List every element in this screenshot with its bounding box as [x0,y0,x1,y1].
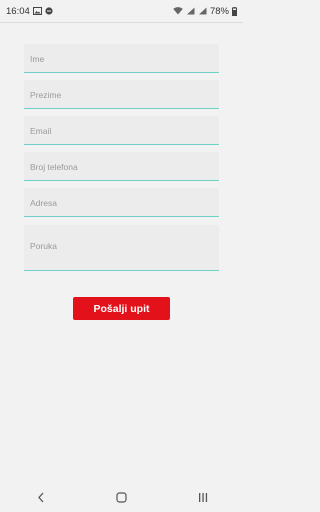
gallery-icon [32,7,42,15]
inquiry-form: Ime Prezime Email Broj telefona Adresa P… [24,44,219,278]
header-divider [0,22,243,23]
recents-icon[interactable] [188,482,218,512]
last-name-field[interactable]: Prezime [24,80,219,109]
wifi-icon [173,7,183,15]
address-placeholder: Adresa [30,198,57,208]
last-name-placeholder: Prezime [30,90,62,100]
message-field[interactable]: Poruka [24,225,219,271]
status-right: 78% [173,6,237,17]
email-placeholder: Email [30,126,52,136]
battery-icon [232,6,237,16]
address-field[interactable]: Adresa [24,188,219,217]
signal-icon [186,7,195,15]
submit-inquiry-button[interactable]: Pošalji upit [73,297,170,320]
message-icon [45,7,53,15]
phone-field[interactable]: Broj telefona [24,152,219,181]
battery-percent: 78% [209,5,229,17]
signal-icon-2 [198,7,207,15]
system-nav-bar [0,482,243,512]
phone-placeholder: Broj telefona [30,162,78,172]
status-left: 16:04 [6,6,53,17]
status-time: 16:04 [6,5,30,17]
home-icon[interactable] [107,482,137,512]
first-name-placeholder: Ime [30,54,45,64]
first-name-field[interactable]: Ime [24,44,219,73]
status-bar: 16:04 78% [0,0,243,22]
back-icon[interactable] [26,482,56,512]
message-placeholder: Poruka [30,241,57,251]
email-field[interactable]: Email [24,116,219,145]
